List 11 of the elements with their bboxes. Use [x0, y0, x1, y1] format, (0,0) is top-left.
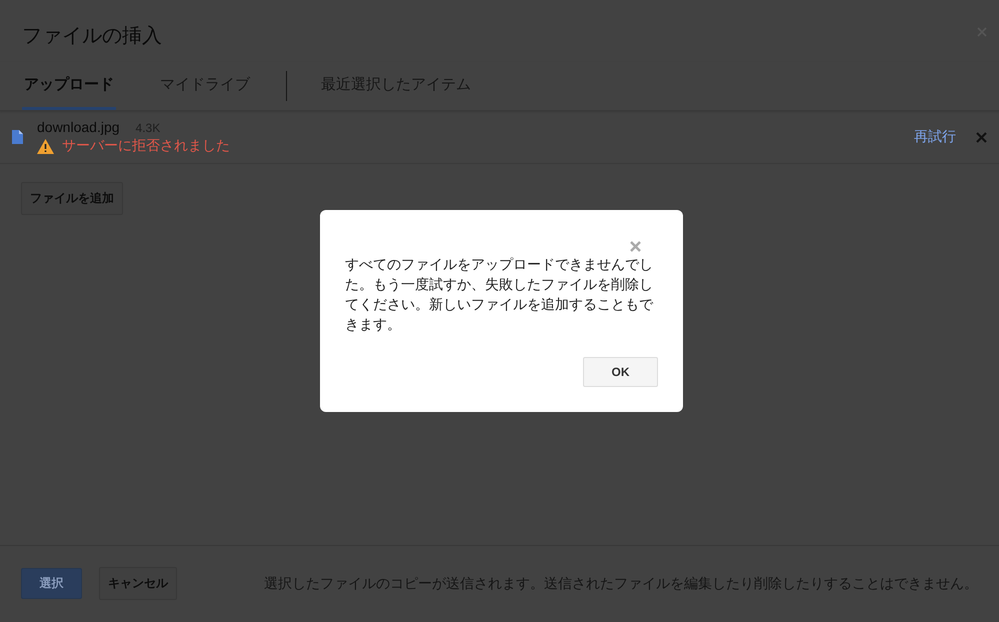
error-message: サーバーに拒否されました [62, 137, 230, 155]
alert-message: すべてのファイルをアップロードできませんでした。もう一度試すか、失敗したファイルを削除してください。新しいファイルを追加することもできます。 [345, 255, 654, 334]
warning-icon [37, 138, 54, 154]
retry-link[interactable]: 再試行 [914, 128, 956, 146]
ok-button[interactable]: OK [583, 357, 658, 387]
remove-icon[interactable] [976, 132, 987, 142]
file-name: download.jpg [37, 119, 120, 135]
window-title: ファイルの挿入 [22, 24, 162, 48]
document-icon [12, 130, 23, 144]
close-icon[interactable] [630, 241, 641, 252]
tab[interactable]: アップロード [22, 62, 116, 110]
